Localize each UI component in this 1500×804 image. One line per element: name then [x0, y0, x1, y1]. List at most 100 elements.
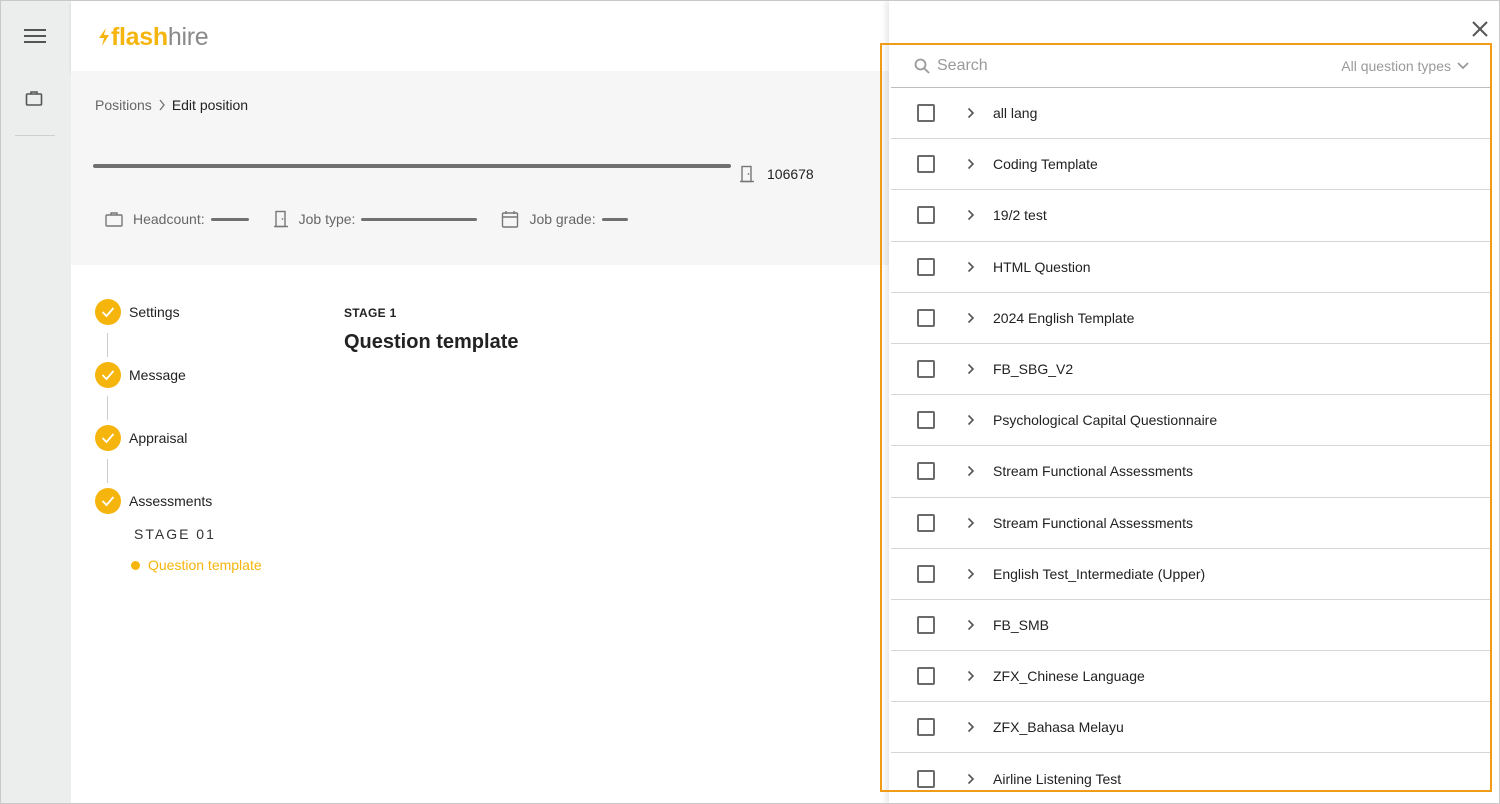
chevron-down-icon: [1457, 62, 1469, 70]
search-icon: [914, 58, 930, 74]
template-name: FB_SMB: [993, 616, 1050, 633]
step-connector: [107, 459, 108, 483]
breadcrumb-positions[interactable]: Positions: [95, 97, 152, 113]
chevron-right-icon[interactable]: [965, 414, 977, 426]
template-row[interactable]: Airline Listening Test: [891, 753, 1490, 790]
template-row[interactable]: English Test_Intermediate (Upper): [891, 549, 1490, 600]
chevron-right-icon[interactable]: [965, 312, 977, 324]
step-label: Appraisal: [129, 430, 188, 446]
step-connector: [107, 333, 108, 357]
stage-caption: STAGE 1: [344, 306, 397, 320]
job-grade-label: Job grade:: [529, 211, 596, 227]
search-bar: All question types: [891, 45, 1490, 88]
template-checkbox[interactable]: [917, 257, 935, 276]
sub-item-question-template[interactable]: Question template: [131, 557, 262, 573]
headcount-label: Headcount:: [133, 211, 205, 227]
step-label: Message: [129, 367, 186, 383]
chevron-right-icon[interactable]: [965, 209, 977, 221]
sub-item-label: Question template: [148, 557, 262, 573]
template-name: HTML Question: [993, 258, 1091, 275]
flashhire-logo: flashhire: [97, 23, 209, 52]
step-label: Settings: [129, 304, 180, 320]
chevron-right-icon[interactable]: [965, 773, 977, 785]
template-name: ZFX_Chinese Language: [993, 668, 1145, 685]
template-row[interactable]: FB_SBG_V2: [891, 344, 1490, 396]
template-checkbox[interactable]: [917, 104, 935, 123]
template-checkbox[interactable]: [917, 667, 935, 686]
template-row[interactable]: 19/2 test: [891, 190, 1490, 242]
step-settings[interactable]: Settings: [95, 299, 212, 357]
page-title: Question template: [344, 331, 519, 353]
template-checkbox[interactable]: [917, 360, 935, 379]
template-checkbox[interactable]: [917, 206, 935, 225]
template-name: 19/2 test: [993, 207, 1047, 224]
chevron-right-icon[interactable]: [965, 261, 977, 273]
chevron-right-icon[interactable]: [965, 107, 977, 119]
step-assessments[interactable]: Assessments: [95, 488, 212, 514]
template-row[interactable]: Stream Functional Assessments: [891, 446, 1490, 498]
template-row[interactable]: all lang: [891, 88, 1490, 140]
chevron-right-icon[interactable]: [965, 517, 977, 529]
close-icon[interactable]: [1471, 20, 1489, 38]
template-row[interactable]: 2024 English Template: [891, 293, 1490, 344]
position-id-value: 106678: [767, 166, 814, 182]
template-name: ZFX_Bahasa Melayu: [993, 719, 1124, 736]
job-type-value-placeholder: [361, 217, 478, 221]
template-row[interactable]: FB_SMB: [891, 600, 1490, 652]
template-name: Psychological Capital Questionnaire: [993, 412, 1218, 429]
template-row[interactable]: Psychological Capital Questionnaire: [891, 395, 1490, 447]
chevron-right-icon[interactable]: [965, 670, 977, 682]
search-input[interactable]: [937, 57, 1267, 75]
check-icon: [95, 488, 121, 514]
chevron-right-icon[interactable]: [965, 465, 977, 477]
step-message[interactable]: Message: [95, 362, 212, 420]
template-checkbox[interactable]: [917, 513, 935, 532]
briefcase-icon[interactable]: [25, 89, 43, 107]
hamburger-icon[interactable]: [24, 29, 46, 45]
chevron-right-icon[interactable]: [965, 568, 977, 580]
chevron-right-icon[interactable]: [965, 363, 977, 375]
job-type: Job type:: [273, 210, 478, 228]
door-icon: [273, 210, 288, 228]
position-meta: Headcount: Job type: Job grade:: [105, 210, 652, 228]
step-appraisal[interactable]: Appraisal: [95, 425, 212, 483]
template-checkbox[interactable]: [917, 564, 935, 583]
template-name: English Test_Intermediate (Upper): [993, 565, 1206, 582]
template-checkbox[interactable]: [917, 769, 935, 788]
template-checkbox[interactable]: [917, 411, 935, 430]
job-type-label: Job type:: [298, 211, 356, 227]
question-type-dropdown[interactable]: All question types: [1341, 58, 1469, 74]
template-name: Stream Functional Assessments: [993, 463, 1193, 480]
check-icon: [95, 299, 121, 325]
template-name: FB_SBG_V2: [993, 361, 1074, 378]
template-row[interactable]: ZFX_Bahasa Melayu: [891, 702, 1490, 754]
template-row[interactable]: HTML Question: [891, 242, 1490, 293]
template-checkbox[interactable]: [917, 718, 935, 737]
stage-group-label: STAGE 01: [134, 526, 216, 542]
app-window: flashhire Positions Edit position 106678…: [0, 0, 1500, 804]
template-row[interactable]: Coding Template: [891, 139, 1490, 191]
position-title-placeholder: [93, 164, 731, 168]
template-checkbox[interactable]: [917, 615, 935, 634]
step-connector: [107, 396, 108, 420]
template-checkbox[interactable]: [917, 155, 935, 174]
chevron-right-icon[interactable]: [965, 721, 977, 733]
template-name: Stream Functional Assessments: [993, 514, 1193, 531]
active-dot: [131, 560, 140, 570]
position-id: 106678: [739, 165, 814, 183]
template-row[interactable]: Stream Functional Assessments: [891, 498, 1490, 549]
template-checkbox[interactable]: [917, 308, 935, 327]
step-nav: Settings Message Appraisal Assessments: [95, 299, 212, 551]
breadcrumb: Positions Edit position: [95, 97, 248, 113]
job-grade-value-placeholder: [601, 217, 628, 221]
chevron-right-icon[interactable]: [965, 619, 977, 631]
step-label: Assessments: [129, 493, 213, 509]
rail-divider: [15, 135, 55, 136]
template-list-panel: All question types all lang Coding Templa…: [880, 43, 1492, 792]
template-row[interactable]: ZFX_Chinese Language: [891, 651, 1490, 703]
question-type-value: All question types: [1341, 58, 1451, 74]
chevron-right-icon[interactable]: [965, 158, 977, 170]
job-grade: Job grade:: [501, 210, 628, 228]
position-info: Positions Edit position 106678 Headcount…: [71, 71, 901, 265]
template-checkbox[interactable]: [917, 462, 935, 481]
